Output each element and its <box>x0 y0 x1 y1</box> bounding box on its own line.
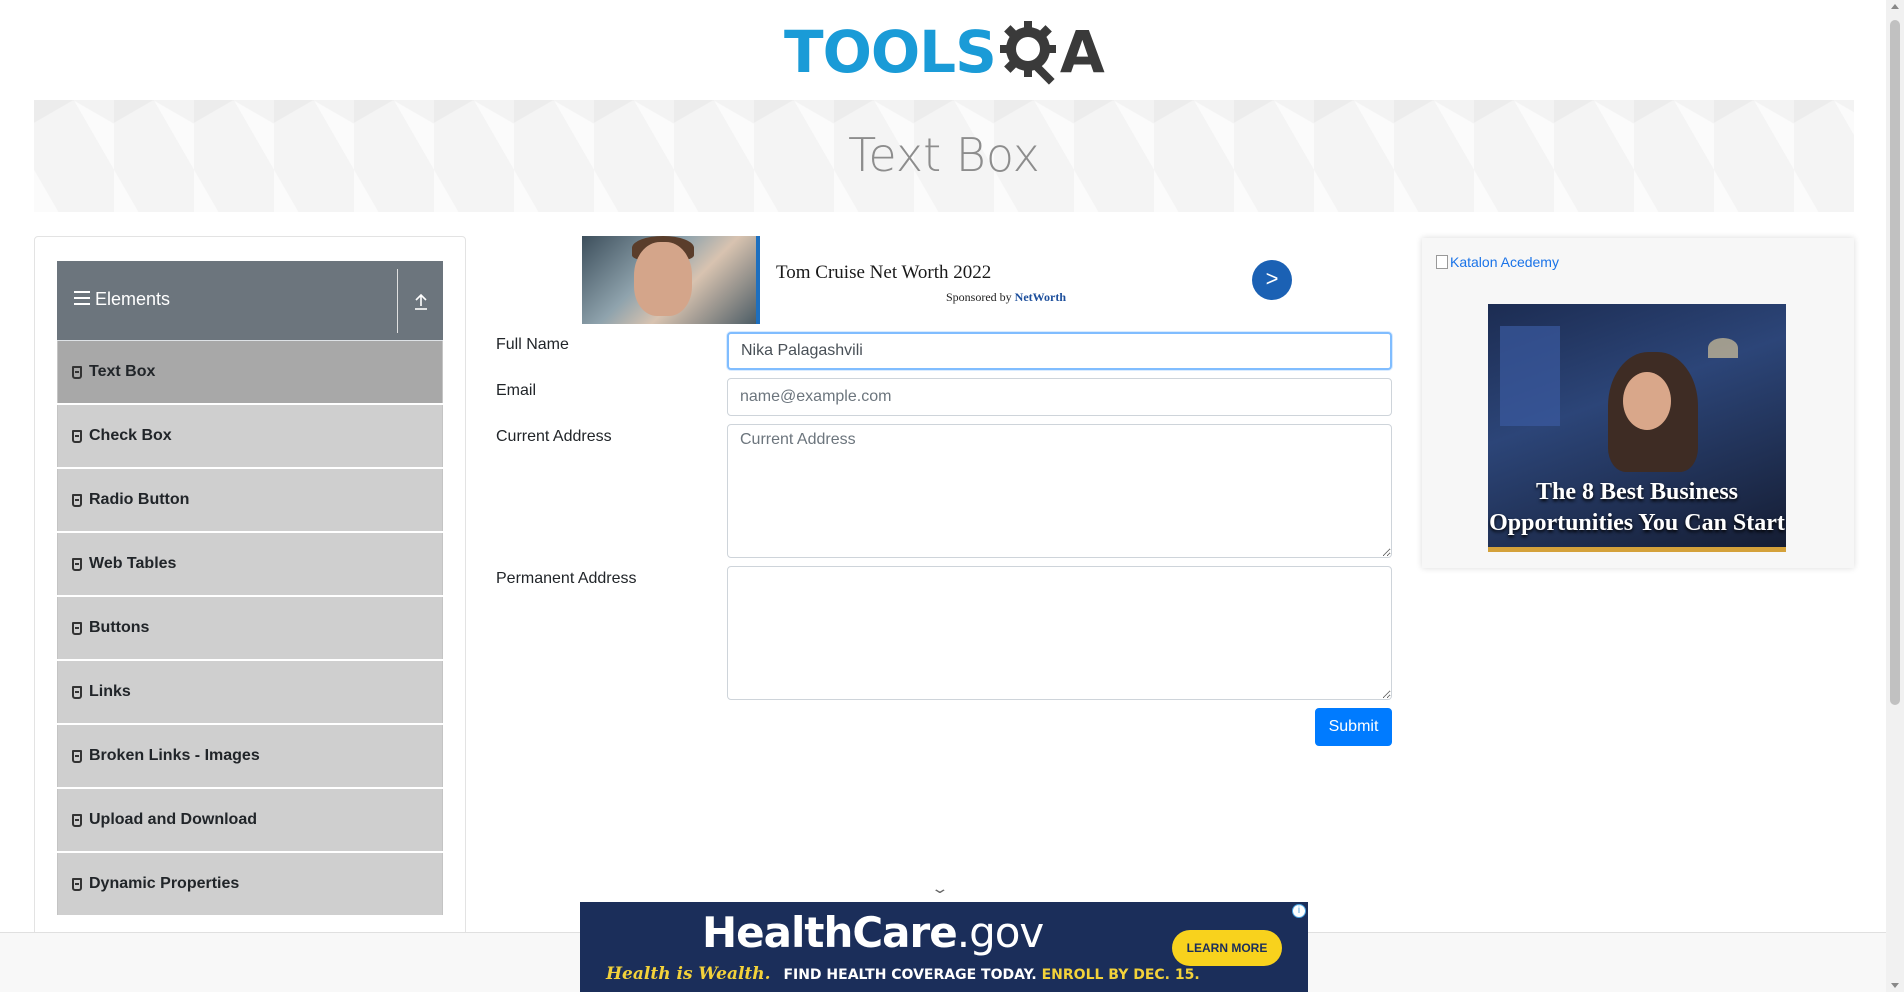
sidebar-item-label: Text Box <box>89 363 156 380</box>
page-title: Text Box <box>848 128 1040 182</box>
sidebar-item-links[interactable]: Links <box>57 661 443 723</box>
healthcare-brand: HealthCare.gov <box>702 908 1045 957</box>
healthcare-brand-suffix: .gov <box>956 908 1045 957</box>
healthcare-brand-name: HealthCare <box>702 908 958 957</box>
learn-more-button[interactable]: LEARN MORE <box>1172 930 1282 966</box>
current-address-textarea[interactable] <box>727 424 1392 558</box>
sidebar-item-label: Links <box>89 683 131 700</box>
permanent-address-label: Permanent Address <box>496 570 637 587</box>
sidebar-group-header-elements[interactable]: Elements <box>57 261 443 341</box>
bottom-banner-ad[interactable]: i HealthCare.gov Health is Wealth. FIND … <box>580 902 1308 992</box>
logo-a-text: A <box>1059 18 1105 86</box>
html5-icon <box>72 557 82 571</box>
sidebar-item-label: Check Box <box>89 427 172 444</box>
broken-image-alt-text: Katalon Acedemy <box>1450 254 1559 270</box>
sidebar-item-check-box[interactable]: Check Box <box>57 405 443 467</box>
broken-image-icon <box>1436 255 1448 269</box>
sidebar-item-web-tables[interactable]: Web Tables <box>57 533 443 595</box>
html5-icon <box>72 621 82 635</box>
email-input[interactable] <box>727 378 1392 416</box>
current-address-label: Current Address <box>496 428 612 445</box>
tagline-white: FIND HEALTH COVERAGE TODAY. <box>783 967 1037 983</box>
site-logo[interactable]: TOOLS A <box>784 14 1105 90</box>
scroll-down-arrow-icon[interactable] <box>1891 983 1899 988</box>
html5-icon <box>72 365 82 379</box>
ad-sponsor-prefix: Sponsored by <box>946 290 1012 304</box>
html5-icon <box>72 749 82 763</box>
sidebar-item-radio-button[interactable]: Radio Button <box>57 469 443 531</box>
tagline-yellow: ENROLL BY DEC. 15. <box>1041 967 1200 983</box>
full-name-input[interactable] <box>727 332 1392 370</box>
gear-magnifier-icon <box>998 19 1064 85</box>
ad-card-headline: The 8 Best Business Opportunities You Ca… <box>1489 479 1785 536</box>
page-scrollbar[interactable] <box>1886 0 1904 992</box>
logo-tools-text: TOOLS <box>784 18 997 86</box>
scroll-up-arrow-icon[interactable] <box>1891 4 1899 9</box>
full-name-label: Full Name <box>496 336 569 353</box>
ad-photo <box>582 236 760 324</box>
sidebar-item-label: Broken Links - Images <box>89 747 260 764</box>
sidebar-item-label: Radio Button <box>89 491 190 508</box>
page-banner: Text Box <box>34 100 1854 212</box>
html5-icon <box>72 813 82 827</box>
header-divider <box>397 269 398 333</box>
sponsored-ad[interactable]: Tom Cruise Net Worth 2022 Sponsored by N… <box>582 236 1292 324</box>
scroll-thumb[interactable] <box>1890 20 1900 705</box>
sidebar-item-label: Web Tables <box>89 555 177 572</box>
html5-icon <box>72 685 82 699</box>
tagline-script: Health is Wealth. <box>606 964 771 984</box>
right-sidebar-ad[interactable]: Katalon Acedemy The 8 Best Business Oppo… <box>1422 238 1854 568</box>
healthcare-tagline: Health is Wealth. FIND HEALTH COVERAGE T… <box>606 964 1200 984</box>
ad-next-button[interactable]: > <box>1252 260 1292 300</box>
sidebar-item-dynamic-properties[interactable]: Dynamic Properties <box>57 853 443 915</box>
ad-card[interactable]: The 8 Best Business Opportunities You Ca… <box>1488 304 1786 552</box>
ad-title[interactable]: Tom Cruise Net Worth 2022 <box>776 262 991 284</box>
upload-arrow-icon[interactable] <box>413 293 431 311</box>
sidebar-group-title: Elements <box>95 289 171 309</box>
email-label: Email <box>496 382 537 399</box>
sidebar-menu-list: Text Box Check Box Radio Button Web Tabl… <box>57 341 443 917</box>
sidebar-item-label: Dynamic Properties <box>89 875 240 892</box>
hamburger-icon <box>74 291 90 305</box>
sidebar-item-text-box[interactable]: Text Box <box>57 341 443 403</box>
sidebar-item-buttons[interactable]: Buttons <box>57 597 443 659</box>
sidebar-item-upload-and-download[interactable]: Upload and Download <box>57 789 443 851</box>
chevron-down-icon[interactable]: ⌄ <box>930 880 949 897</box>
sidebar: Elements Text Box Check Box Radio Button… <box>34 236 466 992</box>
sidebar-item-broken-links-images[interactable]: Broken Links - Images <box>57 725 443 787</box>
submit-button[interactable]: Submit <box>1315 708 1392 746</box>
html5-icon <box>72 493 82 507</box>
ad-sponsor-name: NetWorth <box>1014 290 1066 304</box>
sidebar-item-label: Buttons <box>89 619 150 636</box>
ad-info-icon[interactable]: i <box>1292 904 1306 918</box>
sidebar-item-label: Upload and Download <box>89 811 257 828</box>
broken-image-link[interactable]: Katalon Acedemy <box>1436 254 1559 270</box>
html5-icon <box>72 877 82 891</box>
permanent-address-textarea[interactable] <box>727 566 1392 700</box>
html5-icon <box>72 429 82 443</box>
ad-sponsor: Sponsored by NetWorth <box>946 290 1066 305</box>
